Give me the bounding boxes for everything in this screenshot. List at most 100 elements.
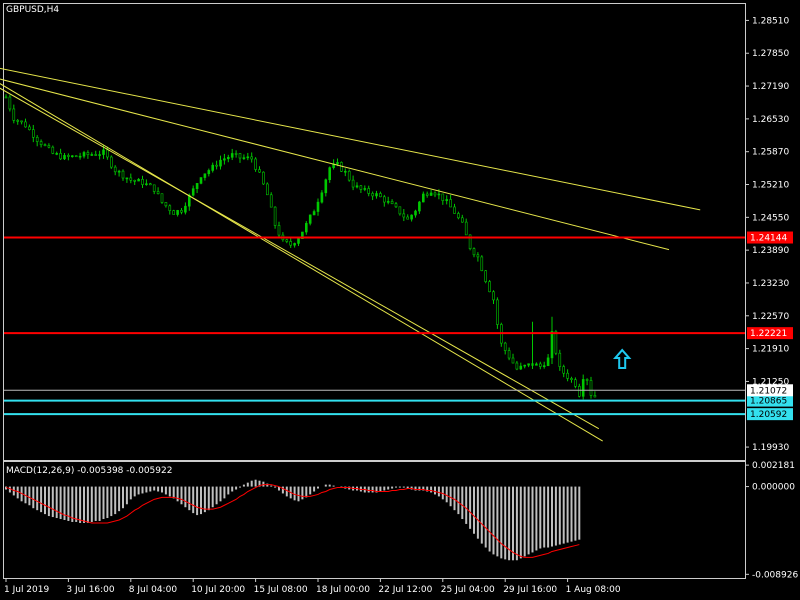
candle-body: [343, 170, 347, 173]
trendline[interactable]: [0, 66, 701, 211]
candle-body: [480, 256, 484, 272]
macd-tick-label: 0.000000: [752, 483, 795, 493]
resistance-price-label: 1.24144: [750, 234, 787, 244]
candle-body: [47, 145, 51, 148]
up-arrow-icon: [612, 348, 632, 370]
candle-body: [457, 213, 460, 219]
candles: [4, 94, 597, 400]
candle-body: [488, 281, 491, 293]
candle-body: [28, 126, 31, 130]
time-tick-label: 22 Jul 12:00: [378, 585, 432, 595]
candle-body: [160, 193, 164, 203]
candle-body: [211, 164, 214, 171]
trendline[interactable]: [0, 76, 670, 251]
candle-body: [554, 331, 558, 354]
candle-body: [535, 363, 538, 366]
candle-body: [566, 372, 569, 379]
candle-body: [394, 203, 398, 208]
candle-body: [82, 152, 86, 157]
horizontal-lines: [4, 236, 745, 416]
trendline[interactable]: [0, 76, 603, 442]
price-tick-label: 1.19930: [752, 443, 789, 453]
candle-body: [558, 352, 562, 367]
candle-body: [460, 217, 464, 223]
candle-body: [113, 166, 117, 173]
candle-body: [464, 221, 468, 236]
candle-body: [180, 210, 183, 213]
candle-body: [254, 158, 257, 170]
candle-body: [227, 157, 230, 160]
candle-body: [51, 146, 55, 154]
candle-body: [168, 205, 172, 211]
candle-body: [425, 193, 429, 196]
candle-body: [164, 202, 168, 207]
candle-body: [137, 179, 140, 182]
candle-body: [581, 379, 585, 397]
candle-body: [527, 363, 530, 366]
price-pane[interactable]: 1.28510 1.27850 1.27190 1.26530 1.25870 1.252…: [0, 3, 793, 461]
candle-body: [191, 188, 195, 196]
candle-body: [449, 199, 452, 208]
candle-body: [496, 299, 499, 325]
candle-body: [152, 184, 156, 192]
candle-body: [433, 192, 437, 196]
price-tick-label: 1.22570: [752, 312, 789, 322]
candle-body: [149, 183, 152, 186]
candle-body: [410, 214, 413, 220]
candle-body: [242, 157, 246, 159]
trendline[interactable]: [0, 81, 600, 430]
candle-body: [78, 155, 82, 158]
price-tick-label: 1.27850: [752, 49, 789, 59]
candle-body: [359, 185, 363, 190]
price-labels: 1.24144 1.22221 1.20865 1.20592 1.21072: [747, 231, 793, 421]
support-price-label: 1.20865: [750, 397, 787, 407]
candle-body: [219, 159, 222, 167]
macd-pane-border: [3, 461, 746, 579]
candle-body: [215, 164, 218, 167]
time-tick-label: 10 Jul 20:00: [191, 585, 245, 595]
candle-body: [98, 154, 101, 156]
candle-body: [4, 96, 8, 99]
macd-axis: 0.002181 0.000000 -0.008926: [745, 461, 798, 580]
candle-body: [570, 378, 573, 380]
candle-body: [562, 366, 566, 374]
candle-body: [110, 156, 113, 168]
support-price-label: 1.20592: [750, 410, 787, 420]
time-tick-label: 18 Jul 00:00: [316, 585, 370, 595]
candle-body: [156, 191, 160, 195]
macd-histogram: [5, 479, 581, 561]
candle-body: [63, 155, 66, 160]
price-tick-label: 1.26530: [752, 115, 789, 125]
candle-body: [312, 211, 316, 216]
candle-body: [59, 153, 62, 160]
candle-body: [367, 188, 371, 194]
chart-canvas[interactable]: 1.28510 1.27850 1.27190 1.26530 1.25870 1.252…: [0, 0, 800, 600]
macd-pane[interactable]: 0.002181 0.000000 -0.008926 MACD(12,26,9) …: [3, 461, 799, 580]
candle-body: [258, 169, 261, 173]
candle-body: [316, 201, 320, 212]
candle-body: [285, 239, 289, 242]
candle-body: [195, 183, 199, 189]
candle-body: [176, 210, 179, 215]
resistance-price-label: 1.22221: [750, 329, 787, 339]
macd-tick-label: 0.002181: [752, 461, 795, 471]
candle-body: [507, 350, 511, 359]
price-tick-label: 1.27190: [752, 82, 789, 92]
candle-body: [371, 193, 374, 197]
time-axis: 1 Jul 2019 3 Jul 16:00 8 Jul 04:00 10 Jul 2…: [4, 578, 621, 595]
candle-body: [121, 170, 125, 179]
candle-body: [441, 193, 445, 201]
candle-body: [328, 167, 332, 181]
candle-body: [363, 188, 367, 190]
candle-body: [293, 243, 296, 246]
candle-body: [238, 153, 242, 159]
candle-body: [223, 158, 226, 161]
price-tick-label: 1.23890: [752, 246, 789, 256]
candle-body: [74, 155, 78, 158]
candle-body: [71, 155, 74, 158]
candle-body: [8, 96, 12, 110]
candle-body: [172, 210, 175, 215]
candle-body: [16, 120, 20, 122]
price-tick-label: 1.25210: [752, 181, 789, 191]
candle-body: [125, 177, 129, 180]
